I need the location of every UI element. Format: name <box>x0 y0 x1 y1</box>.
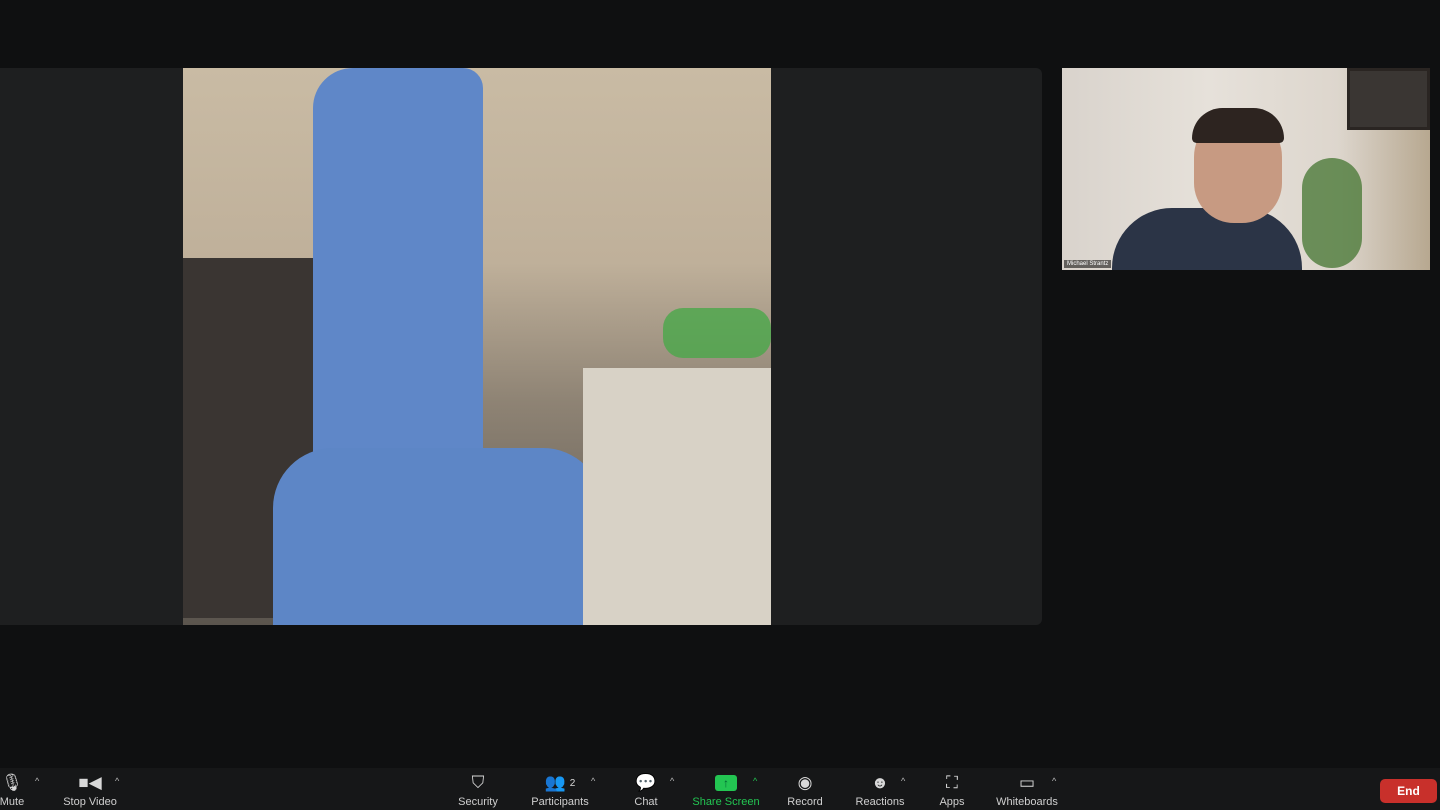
smiley-plus-icon: ☻ <box>871 773 889 792</box>
participants-icon: 👥 2 <box>544 773 576 792</box>
apps-icon: ⛶ <box>946 773 958 792</box>
main-video-tile[interactable] <box>0 68 1042 625</box>
meeting-toolbar: 🎙 Mute ^ ■◀ Stop Video ^ ⛉ Security 👥 2 Parti… <box>0 768 1440 810</box>
share-screen-icon: ↑ <box>715 772 737 794</box>
participants-button[interactable]: 👥 2 Participants <box>520 772 600 808</box>
participant-name-label: Michael Strantz <box>1064 260 1112 268</box>
whiteboards-options-caret[interactable]: ^ <box>1052 776 1056 786</box>
participants-count: 2 <box>569 777 576 789</box>
mute-button[interactable]: 🎙 Mute <box>0 772 52 808</box>
whiteboard-icon: ▭ <box>1018 773 1036 792</box>
participants-options-caret[interactable]: ^ <box>591 776 595 786</box>
end-meeting-button[interactable]: End <box>1380 779 1437 803</box>
reactions-options-caret[interactable]: ^ <box>901 776 905 786</box>
reactions-button[interactable]: ☻ Reactions <box>840 772 920 808</box>
record-button[interactable]: ◉ Record <box>765 772 845 808</box>
main-video-feed <box>183 68 771 625</box>
microphone-icon: 🎙 <box>1 773 23 792</box>
chat-bubble-icon: 💬 <box>635 773 657 792</box>
participant-thumbnail[interactable]: Michael Strantz <box>1062 68 1430 270</box>
security-button[interactable]: ⛉ Security <box>438 772 518 808</box>
record-icon: ◉ <box>797 773 813 792</box>
audio-options-caret[interactable]: ^ <box>35 776 39 786</box>
apps-button[interactable]: ⛶ Apps <box>912 772 992 808</box>
video-camera-icon: ■◀ <box>78 773 102 792</box>
share-options-caret[interactable]: ^ <box>753 776 757 786</box>
video-options-caret[interactable]: ^ <box>115 776 119 786</box>
chat-options-caret[interactable]: ^ <box>670 776 674 786</box>
shield-icon: ⛉ <box>471 773 485 792</box>
